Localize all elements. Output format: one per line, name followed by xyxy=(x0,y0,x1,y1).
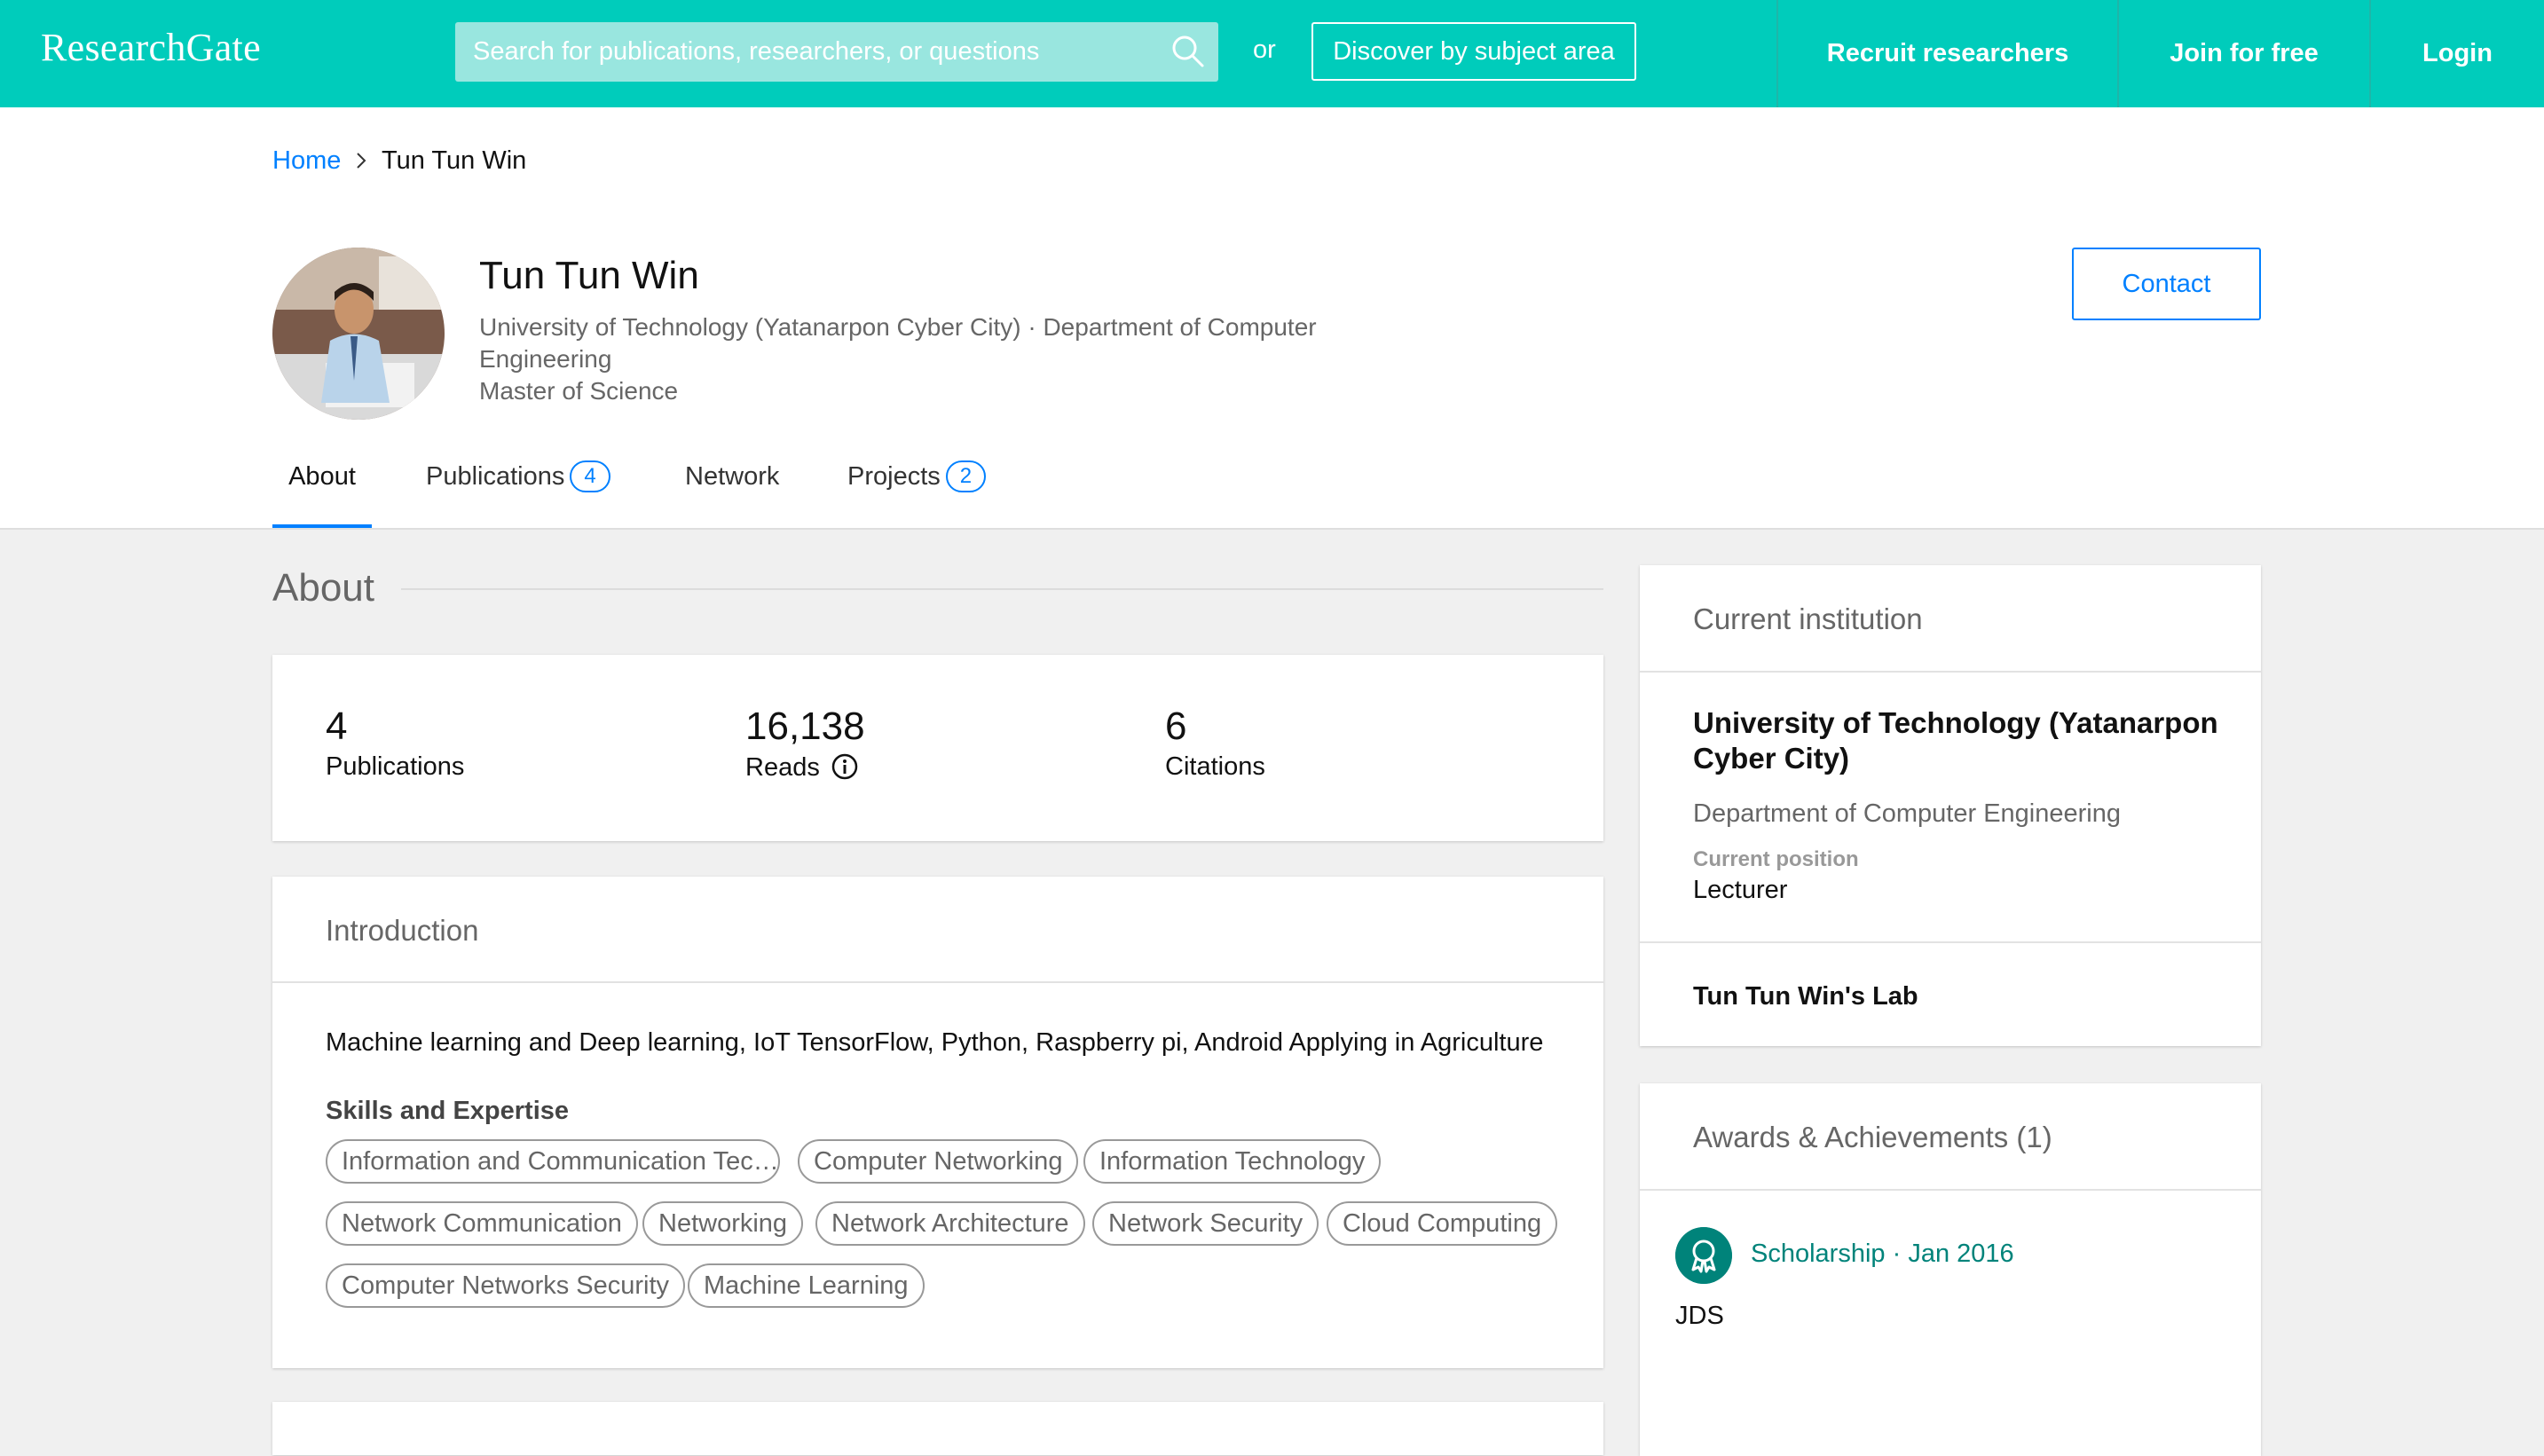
projects-count-badge: 2 xyxy=(945,460,987,492)
profile-affiliation[interactable]: University of Technology (Yatanarpon Cyb… xyxy=(479,311,1375,375)
lab-link[interactable]: Tun Tun Win's Lab xyxy=(1693,982,1918,1011)
stat-label: Citations xyxy=(1165,752,1265,781)
tab-projects[interactable]: Projects 2 xyxy=(847,443,987,528)
skills-title: Skills and Expertise xyxy=(326,1097,570,1125)
next-section-card xyxy=(272,1402,1603,1455)
stat-value: 16,138 xyxy=(745,704,865,748)
search-icon[interactable] xyxy=(1169,32,1208,71)
award-type-link[interactable]: Scholarship xyxy=(1751,1240,1886,1268)
current-position: Lecturer xyxy=(1693,876,1788,904)
award-separator: · xyxy=(1885,1240,1909,1268)
stats-card: 4 Publications 16,138 Reads 6 Citations xyxy=(272,655,1603,841)
card-header: Awards & Achievements (1) xyxy=(1640,1083,2261,1191)
section-divider xyxy=(401,588,1603,590)
info-icon[interactable] xyxy=(831,752,859,781)
about-section-title: About xyxy=(272,566,374,610)
awards-title: Awards & Achievements (1) xyxy=(1693,1121,2052,1153)
profile-header: Home Tun Tun Win Tun Tun Win University … xyxy=(0,107,2544,530)
discover-by-subject-button[interactable]: Discover by subject area xyxy=(1311,22,1636,81)
introduction-card: Introduction Machine learning and Deep l… xyxy=(272,877,1603,1368)
stat-label: Reads xyxy=(745,753,820,782)
skill-chip[interactable]: Computer Networking xyxy=(798,1139,1079,1184)
skill-chip[interactable]: Information and Communication Tec… xyxy=(326,1139,780,1184)
current-institution-card: Current institution University of Techno… xyxy=(1640,565,2261,1046)
award-heading: Scholarship · Jan 2016 xyxy=(1751,1240,2014,1269)
card-divider xyxy=(1640,941,2261,943)
skill-chip[interactable]: Cloud Computing xyxy=(1327,1201,1558,1246)
card-header: Introduction xyxy=(272,877,1603,983)
current-institution-title: Current institution xyxy=(1693,602,1923,635)
institution-name-link[interactable]: University of Technology (Yatanarpon Cyb… xyxy=(1693,705,2243,776)
introduction-title: Introduction xyxy=(326,914,479,947)
skill-chip[interactable]: Networking xyxy=(642,1201,804,1246)
profile-degree: Master of Science xyxy=(479,377,679,405)
recruit-researchers-button[interactable]: Recruit researchers xyxy=(1778,0,2117,107)
award-ribbon-icon xyxy=(1675,1227,1732,1284)
institution-department: Department of Computer Engineering xyxy=(1693,799,2121,828)
skill-chip[interactable]: Computer Networks Security xyxy=(326,1263,686,1308)
skill-chip[interactable]: Network Security xyxy=(1092,1201,1319,1246)
stat-value: 6 xyxy=(1165,704,1187,748)
current-position-label: Current position xyxy=(1693,847,1859,871)
tab-publications[interactable]: Publications 4 xyxy=(426,443,610,528)
skill-chip[interactable]: Network Communication xyxy=(326,1201,638,1246)
breadcrumb: Home Tun Tun Win xyxy=(272,146,526,176)
breadcrumb-current: Tun Tun Win xyxy=(381,146,527,175)
card-header: Current institution xyxy=(1640,565,2261,673)
breadcrumb-home-link[interactable]: Home xyxy=(272,146,341,175)
tab-network[interactable]: Network xyxy=(685,443,779,528)
researchgate-logo[interactable]: ResearchGate xyxy=(41,25,261,70)
search-input[interactable] xyxy=(455,22,1147,82)
search-box xyxy=(455,22,1218,82)
tab-about[interactable]: About xyxy=(272,443,372,528)
or-separator-text: or xyxy=(1253,35,1276,64)
top-navigation-bar: ResearchGate or Discover by subject area… xyxy=(0,0,2544,107)
award-date: Jan 2016 xyxy=(1908,1240,2014,1268)
skill-chip[interactable]: Network Architecture xyxy=(815,1201,1085,1246)
profile-name: Tun Tun Win xyxy=(479,254,699,297)
introduction-text: Machine learning and Deep learning, IoT … xyxy=(326,1028,1544,1057)
publications-count-badge: 4 xyxy=(570,460,610,492)
chevron-right-icon xyxy=(357,153,366,169)
award-description: JDS xyxy=(1675,1302,1724,1330)
stat-value: 4 xyxy=(326,704,348,748)
awards-card: Awards & Achievements (1) Scholarship · … xyxy=(1640,1083,2261,1456)
contact-button[interactable]: Contact xyxy=(2072,248,2261,320)
skill-chip[interactable]: Information Technology xyxy=(1083,1139,1382,1184)
skill-chip[interactable]: Machine Learning xyxy=(688,1263,925,1308)
join-for-free-button[interactable]: Join for free xyxy=(2119,0,2369,107)
login-button[interactable]: Login xyxy=(2371,0,2544,107)
stat-label: Publications xyxy=(326,752,465,781)
avatar[interactable] xyxy=(272,248,445,420)
